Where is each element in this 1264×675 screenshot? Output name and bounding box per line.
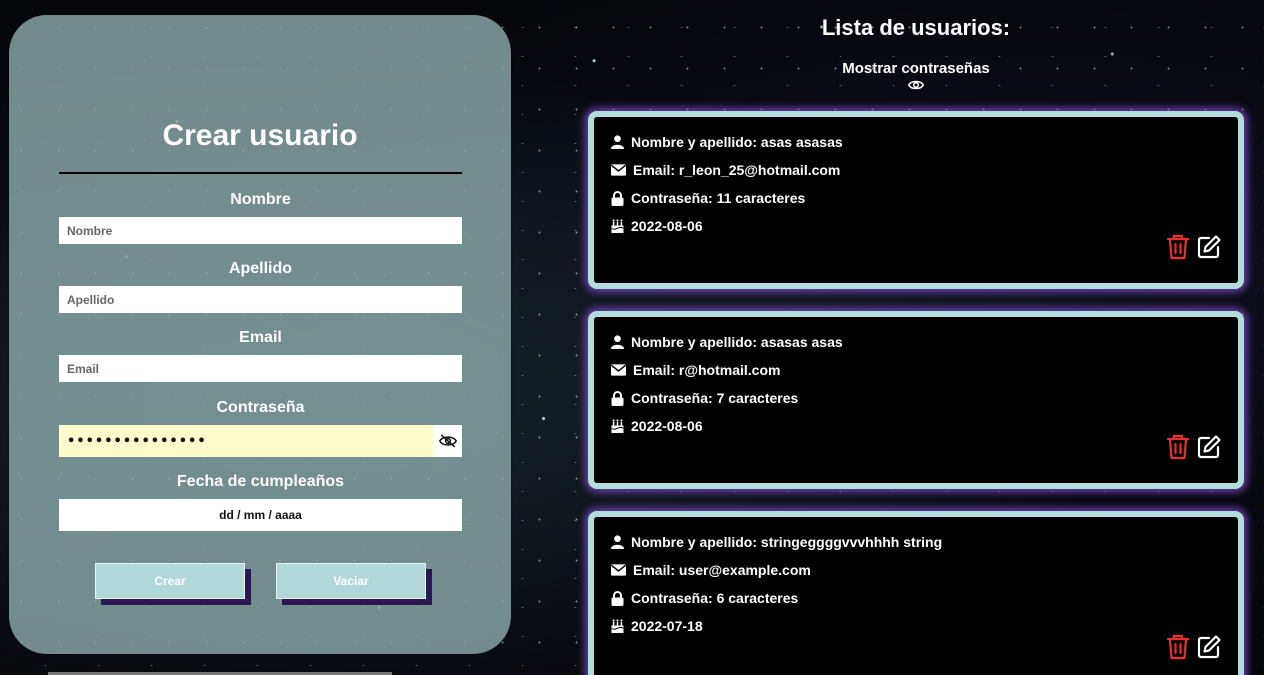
trash-icon [1166,434,1190,460]
toggle-password-visibility[interactable] [433,425,462,457]
user-birthday-line: 2022-08-06 [611,218,703,234]
clear-button[interactable]: Vaciar [276,563,426,599]
user-password-info: Contraseña: 6 caracteres [631,590,799,606]
user-email-line: Email: r@hotmail.com [611,362,780,378]
birthday-input[interactable]: dd / mm / aaaa [59,499,462,531]
user-card: Nombre y apellido: asasas asas Email: r@… [588,311,1244,489]
envelope-icon [611,364,626,376]
edit-icon [1197,635,1221,659]
trash-icon [1166,634,1190,660]
user-email: Email: user@example.com [633,562,811,578]
eye-icon [908,80,924,90]
card-actions [1166,234,1222,260]
show-passwords-toggle[interactable]: Mostrar contraseñas [816,60,1016,91]
apellido-label: Apellido [228,260,293,277]
nombre-label: Nombre [230,191,291,208]
user-card: Nombre y apellido: stringeggggvvvhhhh st… [588,511,1244,675]
create-user-panel: Crear usuario Nombre Apellido Email Cont… [9,15,511,654]
eye-slash-icon [438,434,457,448]
birthday-placeholder: dd / mm / aaaa [219,508,302,522]
email-input[interactable] [59,355,462,382]
card-actions [1166,634,1222,660]
user-email: Email: r_leon_25@hotmail.com [633,162,841,178]
user-birthday-line: 2022-07-18 [611,618,703,634]
form-title: Crear usuario [162,119,358,152]
cake-icon [611,419,624,433]
edit-user-button[interactable] [1196,234,1222,260]
delete-user-button[interactable] [1166,434,1190,460]
user-password-info: Contraseña: 7 caracteres [631,390,799,406]
cake-icon [611,219,624,233]
email-label: Email [239,329,282,346]
trash-icon [1166,234,1190,260]
envelope-icon [611,564,626,576]
user-name: Nombre y apellido: asas asasas [631,134,843,150]
delete-user-button[interactable] [1166,634,1190,660]
edit-user-button[interactable] [1196,434,1222,460]
user-icon [611,335,624,349]
user-name: Nombre y apellido: asasas asas [631,334,843,350]
user-icon [611,135,624,149]
lock-icon [611,190,624,206]
card-actions [1166,434,1222,460]
user-password-info: Contraseña: 11 caracteres [631,190,806,206]
user-birthday: 2022-08-06 [631,418,703,434]
user-password-line: Contraseña: 6 caracteres [611,590,798,606]
user-name: Nombre y apellido: stringeggggvvvhhhh st… [631,534,943,550]
user-birthday: 2022-07-18 [631,618,703,634]
user-icon [611,535,624,549]
user-name-line: Nombre y apellido: asas asasas [611,134,843,150]
delete-user-button[interactable] [1166,234,1190,260]
lock-icon [611,590,624,606]
edit-user-button[interactable] [1196,634,1222,660]
envelope-icon [611,164,626,176]
lock-icon [611,390,624,406]
user-card: Nombre y apellido: asas asasas Email: r_… [588,111,1244,289]
user-email-line: Email: user@example.com [611,562,811,578]
user-email: Email: r@hotmail.com [633,362,781,378]
cake-icon [611,619,624,633]
title-divider [59,172,462,174]
create-button[interactable]: Crear [95,563,245,599]
password-label: Contraseña [216,399,305,416]
user-list-title: Lista de usuarios: [821,15,1011,40]
user-email-line: Email: r_leon_25@hotmail.com [611,162,840,178]
edit-icon [1197,235,1221,259]
password-input[interactable] [59,425,433,457]
user-name-line: Nombre y apellido: asasas asas [611,334,843,350]
user-password-line: Contraseña: 11 caracteres [611,190,805,206]
user-name-line: Nombre y apellido: stringeggggvvvhhhh st… [611,534,942,550]
birthday-label: Fecha de cumpleaños [176,473,345,490]
show-passwords-label: Mostrar contraseñas [842,60,990,77]
nombre-input[interactable] [59,217,462,244]
user-birthday: 2022-08-06 [631,218,703,234]
password-field [59,425,462,457]
edit-icon [1197,435,1221,459]
user-birthday-line: 2022-08-06 [611,418,703,434]
user-password-line: Contraseña: 7 caracteres [611,390,798,406]
apellido-input[interactable] [59,286,462,313]
